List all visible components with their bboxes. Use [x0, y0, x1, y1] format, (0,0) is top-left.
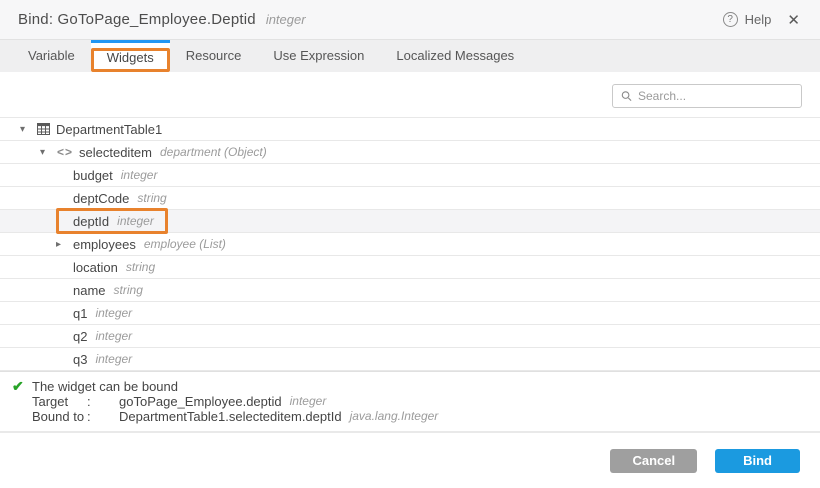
tree-node-type: string: [126, 260, 155, 274]
tree-node-label: q3: [73, 352, 87, 367]
caret-right-icon[interactable]: ▸: [52, 239, 65, 250]
tree-node-type: integer: [95, 352, 132, 366]
status-boundto-value: DepartmentTable1.selecteditem.deptId: [119, 409, 342, 424]
tree-node-label: location: [73, 260, 118, 275]
object-icon: <>: [57, 145, 73, 159]
tree-node-type: integer: [95, 329, 132, 343]
tree-row-employees[interactable]: ▸ employees employee (List): [0, 233, 820, 256]
tree-row-deptcode[interactable]: deptCode string: [0, 187, 820, 210]
tab-localized-messages[interactable]: Localized Messages: [380, 40, 530, 72]
search-input[interactable]: [638, 89, 793, 103]
help-label: Help: [745, 12, 772, 27]
tree-row-budget[interactable]: budget integer: [0, 164, 820, 187]
tree-row-selecteditem[interactable]: ▾ <> selecteditem department (Object): [0, 141, 820, 164]
colon-separator: :: [87, 409, 119, 424]
tree-node-label: budget: [73, 168, 113, 183]
tree-row-q2[interactable]: q2 integer: [0, 325, 820, 348]
tree-node-label: q1: [73, 306, 87, 321]
status-target-value: goToPage_Employee.deptid: [119, 394, 282, 409]
tree-node-type: integer: [95, 306, 132, 320]
status-message: The widget can be bound: [32, 379, 178, 394]
dialog-header: Bind: GoToPage_Employee.Deptid integer ?…: [0, 0, 820, 40]
tree-row-q1[interactable]: q1 integer: [0, 302, 820, 325]
tab-resource[interactable]: Resource: [170, 40, 258, 72]
tree-node-type: integer: [117, 214, 154, 228]
tree-row-departmenttable1[interactable]: ▾ DepartmentTable1: [0, 118, 820, 141]
dialog-footer: Cancel Bind: [0, 431, 820, 488]
success-check-icon: ✔: [12, 379, 32, 394]
tree-row-location[interactable]: location string: [0, 256, 820, 279]
tab-widgets-label: Widgets: [107, 50, 154, 65]
close-icon[interactable]: ✕: [785, 11, 802, 29]
status-boundto-row: Bound to : DepartmentTable1.selecteditem…: [12, 409, 820, 424]
status-boundto-label: Bound to: [32, 409, 87, 424]
tree-node-type: employee (List): [144, 237, 226, 251]
bind-status-panel: ✔ The widget can be bound Target : goToP…: [0, 371, 820, 431]
caret-down-icon[interactable]: ▾: [36, 147, 49, 158]
tree-node-type: department (Object): [160, 145, 267, 159]
status-boundto-type: java.lang.Integer: [350, 409, 439, 424]
dialog-title-type: integer: [266, 12, 306, 27]
widget-tree: ▾ DepartmentTable1 ▾ <> selecteditem dep…: [0, 117, 820, 371]
tree-node-label: employees: [73, 237, 136, 252]
status-target-type: integer: [290, 394, 327, 409]
tree-node-label: DepartmentTable1: [56, 122, 162, 137]
tab-variable[interactable]: Variable: [12, 40, 91, 72]
tree-row-q3[interactable]: q3 integer: [0, 348, 820, 371]
tree-row-deptid[interactable]: deptId integer: [0, 210, 820, 233]
caret-down-icon[interactable]: ▾: [16, 124, 29, 135]
tree-row-name[interactable]: name string: [0, 279, 820, 302]
search-box[interactable]: [612, 84, 802, 108]
tree-node-type: string: [137, 191, 166, 205]
tab-use-expression[interactable]: Use Expression: [257, 40, 380, 72]
tree-node-label: name: [73, 283, 106, 298]
tree-node-label: deptCode: [73, 191, 129, 206]
tree-node-label: q2: [73, 329, 87, 344]
tree-node-label: selecteditem: [79, 145, 152, 160]
tree-node-type: integer: [121, 168, 158, 182]
cancel-button[interactable]: Cancel: [610, 449, 697, 473]
search-icon: [621, 90, 632, 102]
help-button[interactable]: ? Help: [723, 12, 772, 27]
search-row: [0, 72, 820, 117]
dialog-title: Bind: GoToPage_Employee.Deptid: [18, 11, 256, 28]
help-icon: ?: [723, 12, 738, 27]
bind-button[interactable]: Bind: [715, 449, 800, 473]
tab-bar: Variable Widgets Resource Use Expression…: [0, 40, 820, 72]
status-target-row: Target : goToPage_Employee.deptid intege…: [12, 394, 820, 409]
tree-node-label: deptId: [73, 214, 109, 229]
tab-widgets[interactable]: Widgets: [91, 40, 170, 72]
status-target-label: Target: [32, 394, 87, 409]
tree-node-type: string: [114, 283, 143, 297]
bind-dialog: Bind: GoToPage_Employee.Deptid integer ?…: [0, 0, 820, 487]
table-icon: [37, 123, 50, 135]
colon-separator: :: [87, 394, 119, 409]
